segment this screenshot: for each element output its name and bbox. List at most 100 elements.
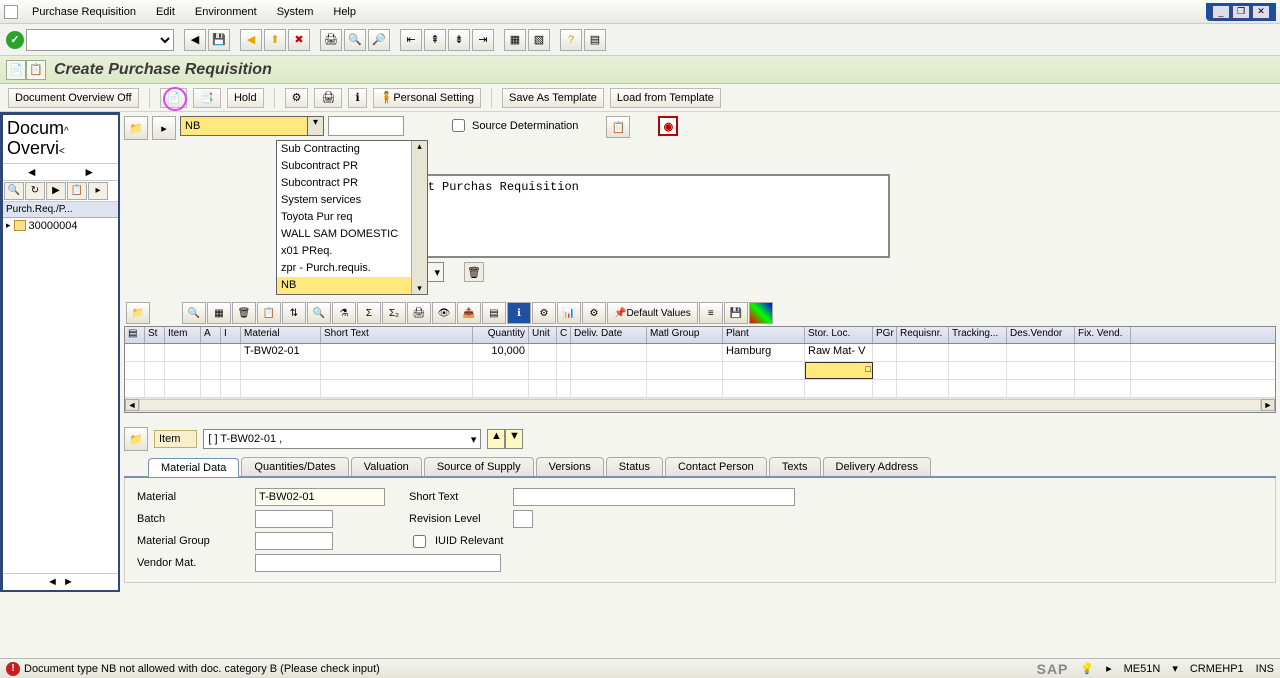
grid-print-icon[interactable]: 🖨 bbox=[407, 302, 431, 324]
grid-hscroll[interactable]: ◄ ► bbox=[125, 398, 1275, 412]
sb-more-icon[interactable]: ▸ bbox=[88, 182, 108, 200]
menu-system[interactable]: System bbox=[267, 3, 324, 21]
dd-item[interactable]: x01 PReq. bbox=[277, 243, 427, 260]
tab-delivery[interactable]: Delivery Address bbox=[823, 457, 932, 476]
tab-contact[interactable]: Contact Person bbox=[665, 457, 767, 476]
items-grid[interactable]: ▤ St Item A I Material Short Text Quanti… bbox=[124, 326, 1276, 413]
tab-material-data[interactable]: Material Data bbox=[148, 458, 239, 477]
help-icon[interactable]: ? bbox=[560, 29, 582, 51]
grid-cust-icon[interactable]: ⚙ bbox=[582, 302, 606, 324]
command-field[interactable] bbox=[26, 29, 174, 51]
grid-subtot-icon[interactable]: Σ₂ bbox=[382, 302, 406, 324]
text-delete-icon[interactable]: 🗑 bbox=[464, 262, 484, 282]
doctype-combo[interactable]: ▾ bbox=[180, 116, 324, 136]
iuid-checkbox[interactable] bbox=[413, 535, 426, 548]
back-icon[interactable]: ◀ bbox=[184, 29, 206, 51]
shortcut-icon[interactable]: ▧ bbox=[528, 29, 550, 51]
sidebar-scroll-left[interactable]: ◄ bbox=[45, 576, 61, 588]
tab-valuation[interactable]: Valuation bbox=[351, 457, 422, 476]
menu-help[interactable]: Help bbox=[323, 3, 366, 21]
status-dd-icon[interactable]: ▸ bbox=[1106, 662, 1112, 675]
scroll-right-icon[interactable]: ► bbox=[1261, 399, 1275, 411]
revlevel-field[interactable] bbox=[513, 510, 533, 528]
doc-number-field[interactable] bbox=[328, 116, 404, 136]
grid-sort-icon[interactable]: ⇅ bbox=[282, 302, 306, 324]
grid-settings-icon[interactable]: ⚙ bbox=[532, 302, 556, 324]
dd-item[interactable]: zpr - Purch.requis. bbox=[277, 260, 427, 277]
enter-icon[interactable]: ✓ bbox=[6, 31, 24, 49]
lastpage-icon[interactable]: ⇥ bbox=[472, 29, 494, 51]
sidebar-next-icon[interactable]: ► bbox=[61, 164, 119, 180]
status-lamp-icon[interactable]: 💡 bbox=[1080, 662, 1094, 675]
tab-source[interactable]: Source of Supply bbox=[424, 457, 534, 476]
prevpage-icon[interactable]: ⇞ bbox=[424, 29, 446, 51]
exit-icon[interactable]: ⬆ bbox=[264, 29, 286, 51]
create-button[interactable]: 📄 bbox=[160, 88, 188, 108]
menu-env[interactable]: Environment bbox=[185, 3, 267, 21]
grid-info-icon[interactable]: ℹ bbox=[507, 302, 531, 324]
tree-item[interactable]: ▸ 30000004 bbox=[3, 218, 118, 234]
grid-find-icon[interactable]: 🔍 bbox=[307, 302, 331, 324]
default-values-button[interactable]: 📌 Default Values bbox=[607, 302, 698, 324]
sb-filter-icon[interactable]: 🔍 bbox=[4, 182, 24, 200]
grid-display-icon[interactable]: ≡ bbox=[699, 302, 723, 324]
header-expand-icon[interactable]: ▸ bbox=[152, 116, 176, 140]
tab-status[interactable]: Status bbox=[606, 457, 663, 476]
nextpage-icon[interactable]: ⇟ bbox=[448, 29, 470, 51]
load-template-button[interactable]: Load from Template bbox=[610, 88, 721, 108]
col-selector[interactable]: ▤ bbox=[125, 327, 145, 343]
firstpage-icon[interactable]: ⇤ bbox=[400, 29, 422, 51]
doctype-input[interactable] bbox=[181, 117, 323, 135]
grid-sum-icon[interactable]: Σ bbox=[357, 302, 381, 324]
grid-select-icon[interactable]: ▦ bbox=[207, 302, 231, 324]
grid-view-icon[interactable]: 👁 bbox=[432, 302, 456, 324]
grid-detail-icon[interactable]: 🔍 bbox=[182, 302, 206, 324]
save-icon[interactable]: 💾 bbox=[208, 29, 230, 51]
grid-copy-icon[interactable]: 📋 bbox=[257, 302, 281, 324]
dd-item-selected[interactable]: NB bbox=[277, 277, 427, 294]
header-collapse-icon[interactable]: 📁 bbox=[124, 116, 148, 140]
expand-icon[interactable]: ▸ bbox=[6, 220, 11, 231]
find-icon[interactable]: 🔍 bbox=[344, 29, 366, 51]
grid-export-icon[interactable]: 📤 bbox=[457, 302, 481, 324]
grid-layout-icon[interactable]: ▤ bbox=[482, 302, 506, 324]
save-template-button[interactable]: Save As Template bbox=[502, 88, 604, 108]
dd-item[interactable]: Subcontract PR bbox=[277, 158, 427, 175]
grid-row[interactable] bbox=[125, 380, 1275, 398]
dd-item[interactable]: Toyota Pur req bbox=[277, 209, 427, 226]
header-tool1-icon[interactable]: 📋 bbox=[606, 116, 630, 138]
layout-icon[interactable]: ▤ bbox=[584, 29, 606, 51]
grid-filter-icon[interactable]: ⚗ bbox=[332, 302, 356, 324]
source-determination-checkbox[interactable] bbox=[452, 119, 465, 132]
grid-save-icon[interactable]: 💾 bbox=[724, 302, 748, 324]
minimize-icon[interactable]: _ bbox=[1212, 5, 1230, 19]
dd-item[interactable]: Sub Contracting bbox=[277, 141, 427, 158]
sb-adopt-icon[interactable]: 📋 bbox=[67, 182, 87, 200]
material-field[interactable] bbox=[255, 488, 385, 506]
dropdown-icon[interactable]: ▾ bbox=[307, 117, 323, 135]
sb-select-icon[interactable]: ▶ bbox=[46, 182, 66, 200]
close-icon[interactable]: ✕ bbox=[1252, 5, 1270, 19]
grid-color-icon[interactable] bbox=[749, 302, 773, 324]
hold-button[interactable]: Hold bbox=[227, 88, 264, 108]
matgroup-field[interactable] bbox=[255, 532, 333, 550]
vendormat-field[interactable] bbox=[255, 554, 501, 572]
messages-icon[interactable]: ℹ bbox=[348, 88, 366, 108]
doc-icon[interactable]: 📄 bbox=[6, 60, 26, 80]
header-stop-icon[interactable]: ◉ bbox=[658, 116, 678, 136]
tab-versions[interactable]: Versions bbox=[536, 457, 604, 476]
grid-delete-icon[interactable]: 🗑 bbox=[232, 302, 256, 324]
personal-setting-button[interactable]: 🧍 Personal Setting bbox=[373, 88, 481, 108]
other-icon[interactable]: 📋 bbox=[26, 60, 46, 80]
dd-item[interactable]: Subcontract PR bbox=[277, 175, 427, 192]
item-combo[interactable]: [ ] T-BW02-01 , bbox=[203, 429, 481, 449]
tab-qty-dates[interactable]: Quantities/Dates bbox=[241, 457, 348, 476]
menu-pr[interactable]: Purchase Requisition bbox=[22, 3, 146, 21]
findnext-icon[interactable]: 🔎 bbox=[368, 29, 390, 51]
sb-refresh-icon[interactable]: ↻ bbox=[25, 182, 45, 200]
scroll-left-icon[interactable]: ◄ bbox=[125, 399, 139, 411]
print-icon[interactable]: 🖨 bbox=[320, 29, 342, 51]
print-preview-icon[interactable]: 🖨 bbox=[314, 88, 342, 108]
grid-active-cell[interactable] bbox=[805, 362, 873, 379]
shorttext-field[interactable] bbox=[513, 488, 795, 506]
